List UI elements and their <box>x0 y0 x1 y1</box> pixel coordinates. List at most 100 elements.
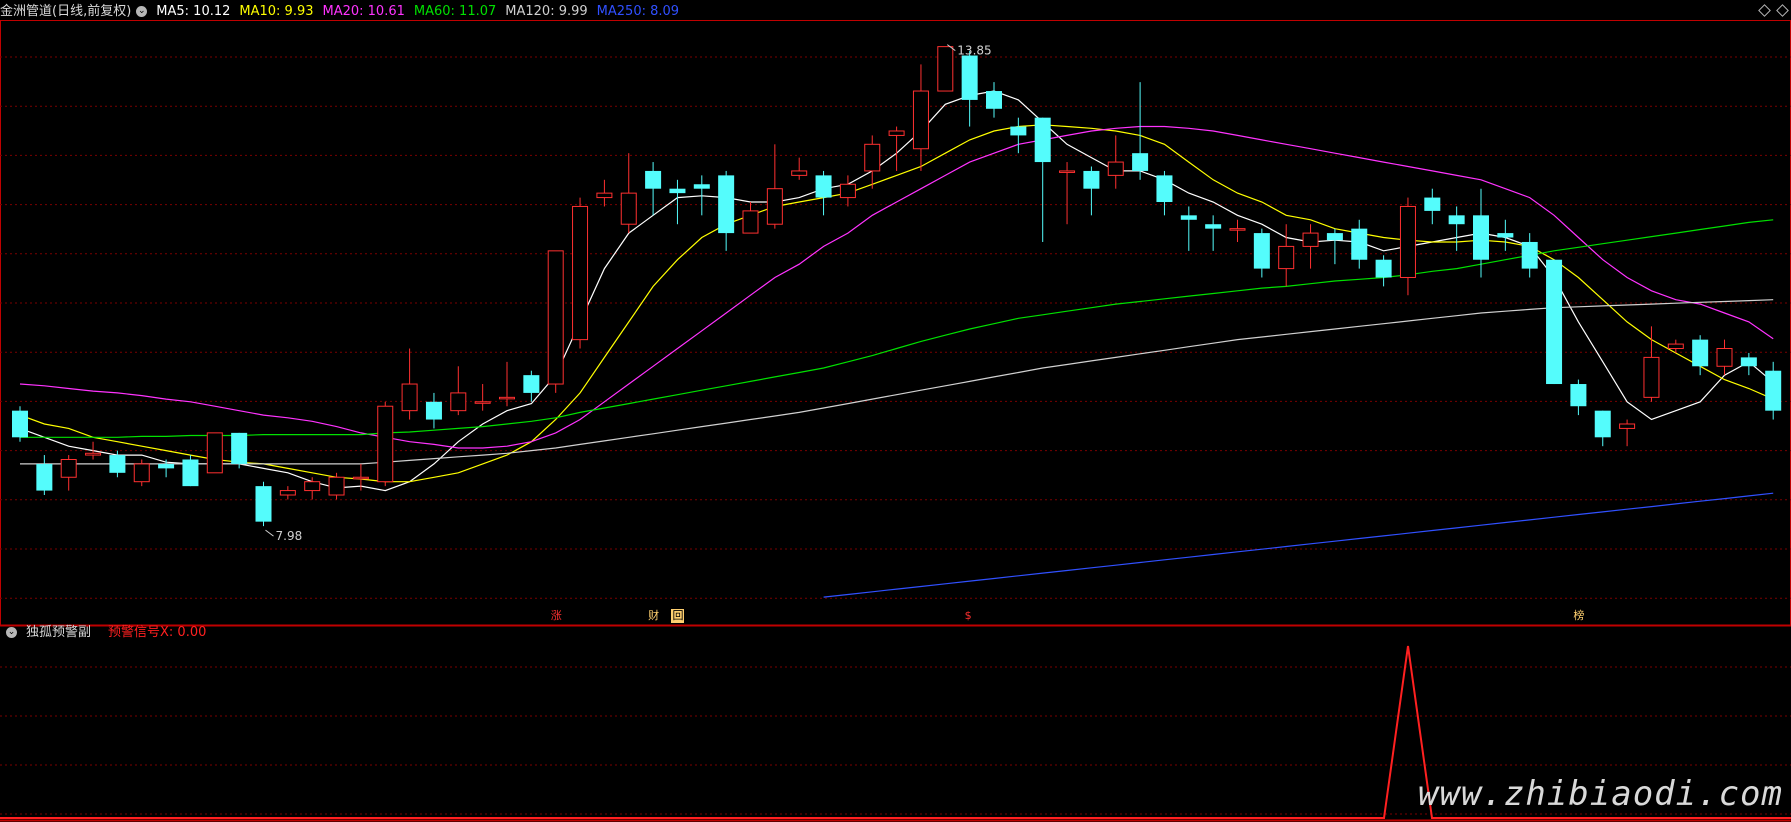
candle-body-down <box>12 410 28 438</box>
candle-body-down <box>645 170 662 189</box>
signal-label: 预警信号X: 0.00 <box>108 625 207 640</box>
candle-body-down <box>1034 117 1051 163</box>
candle-body-up <box>1278 245 1295 270</box>
ma-label-4: MA120: 9.99 <box>505 4 588 19</box>
low-price-label: 7.98 <box>276 529 303 543</box>
candle-body-up <box>572 205 589 341</box>
candle-body-up <box>206 432 223 474</box>
candle-body-down <box>1521 241 1538 269</box>
candle-body-up <box>133 463 150 483</box>
candle-body-up <box>60 459 77 478</box>
candle-body-down <box>1205 224 1222 229</box>
candle-body-down <box>1132 153 1149 171</box>
candle-body-down <box>986 91 1002 109</box>
candle-body-up <box>279 490 296 496</box>
ma-label-5: MA250: 8.09 <box>596 4 680 19</box>
candle-body-down <box>1594 410 1611 438</box>
candle-body-down <box>1448 215 1465 225</box>
candle-body-down <box>1765 370 1782 411</box>
ma-label-3: MA60: 11.07 <box>413 4 497 19</box>
candle-body-up <box>1643 356 1660 398</box>
candle-body-up <box>1399 205 1416 278</box>
candle-body-up <box>888 130 905 136</box>
candle-body-up <box>547 250 564 385</box>
candle-body-down <box>1740 357 1757 367</box>
candle-body-down <box>1156 175 1173 203</box>
candle-body-down <box>109 455 126 473</box>
candle-body-up <box>1716 348 1733 367</box>
event-marker-1[interactable]: 财 <box>647 609 661 623</box>
candle-body-up <box>474 401 491 404</box>
candle-body-down <box>1180 215 1197 220</box>
candle-body-down <box>182 459 199 487</box>
candle-body-down <box>1083 170 1100 189</box>
event-marker-4[interactable]: 榜 <box>1572 609 1586 623</box>
watermark: www.zhibiaodi.com <box>1418 774 1783 814</box>
event-marker-0[interactable]: 涨 <box>549 609 563 623</box>
candle-body-up <box>620 192 637 225</box>
candle-body-up <box>499 396 515 400</box>
ma-line-ma20 <box>19 125 1774 449</box>
candle-body-down <box>255 486 272 522</box>
candle-body-down <box>718 175 735 234</box>
collapse-icon[interactable]: ⌄ <box>136 6 148 17</box>
sub-header: ⌄ 独孤预警副 预警信号X: 0.00 <box>0 622 215 644</box>
ma-label-1: MA10: 9.93 <box>239 4 314 19</box>
candle-body-up <box>912 90 929 150</box>
candle-body-up <box>864 143 881 172</box>
low-pointer <box>265 529 274 537</box>
candle-body-up <box>377 405 394 483</box>
high-price-label: 13.85 <box>957 44 991 58</box>
candle-body-down <box>1497 233 1514 238</box>
candle-body-up <box>352 476 369 480</box>
collapse-icon[interactable]: ⌄ <box>6 627 17 638</box>
candle-body-up <box>1107 161 1124 176</box>
candle-body-up <box>1619 423 1636 429</box>
candle-body-down <box>231 432 248 464</box>
candle-body-down <box>1692 339 1709 367</box>
main-header: 金洲管道(日线,前复权) ⌄ MA5: 10.12 MA10: 9.93 MA20: 1… <box>0 1 697 23</box>
candle-body-up <box>304 481 321 492</box>
candle-body-down <box>158 463 175 469</box>
candle-body-up <box>766 188 783 225</box>
event-marker-3[interactable]: $ <box>963 609 973 623</box>
candle-body-up <box>937 46 954 92</box>
candle-body-down <box>815 175 832 198</box>
candle-body-down <box>1375 259 1392 278</box>
candle-body-up <box>85 452 102 456</box>
candle-body-up <box>1302 232 1319 247</box>
candle-body-up <box>791 170 808 176</box>
candle-body-up <box>450 392 467 412</box>
stock-title: 金洲管道(日线,前复权) <box>0 4 132 19</box>
candle-body-down <box>1546 259 1563 385</box>
candle-body-up <box>742 210 759 234</box>
ma-label-2: MA20: 10.61 <box>322 4 405 19</box>
candle-body-down <box>1253 233 1270 269</box>
candle-body-down <box>1473 215 1489 260</box>
main-panel-border <box>0 20 1791 626</box>
candle-body-down <box>523 375 540 393</box>
price-chart[interactable]: 13.85 7.98 <box>0 0 1791 822</box>
candle-body-down <box>36 463 53 491</box>
ma-line-ma250 <box>823 492 1774 598</box>
candle-body-up <box>401 383 418 412</box>
ma-line-ma60 <box>20 219 1774 438</box>
ma-legend: MA5: 10.12 MA10: 9.93 MA20: 10.61 MA60: 11.… <box>156 4 688 19</box>
candle-body-down <box>1326 233 1343 241</box>
candle-body-down <box>1570 384 1587 407</box>
candle-body-up <box>1059 170 1076 173</box>
ma-label-0: MA5: 10.12 <box>156 4 231 19</box>
candle-body-up <box>1667 343 1684 350</box>
candle-body-down <box>1351 228 1368 260</box>
candle-body-down <box>1010 126 1027 136</box>
ma-line-ma120 <box>20 299 1774 465</box>
candle-body-up <box>839 183 856 199</box>
candle-body-down <box>693 184 710 189</box>
candle-body-down <box>425 401 442 420</box>
event-marker-2[interactable]: 回 <box>671 609 685 623</box>
candle-body-down <box>961 55 978 100</box>
candle-body-down <box>669 188 686 194</box>
subpanel-title: 独孤预警副 <box>26 625 92 640</box>
candle-body-down <box>1424 197 1441 211</box>
candle-body-up <box>596 192 613 199</box>
